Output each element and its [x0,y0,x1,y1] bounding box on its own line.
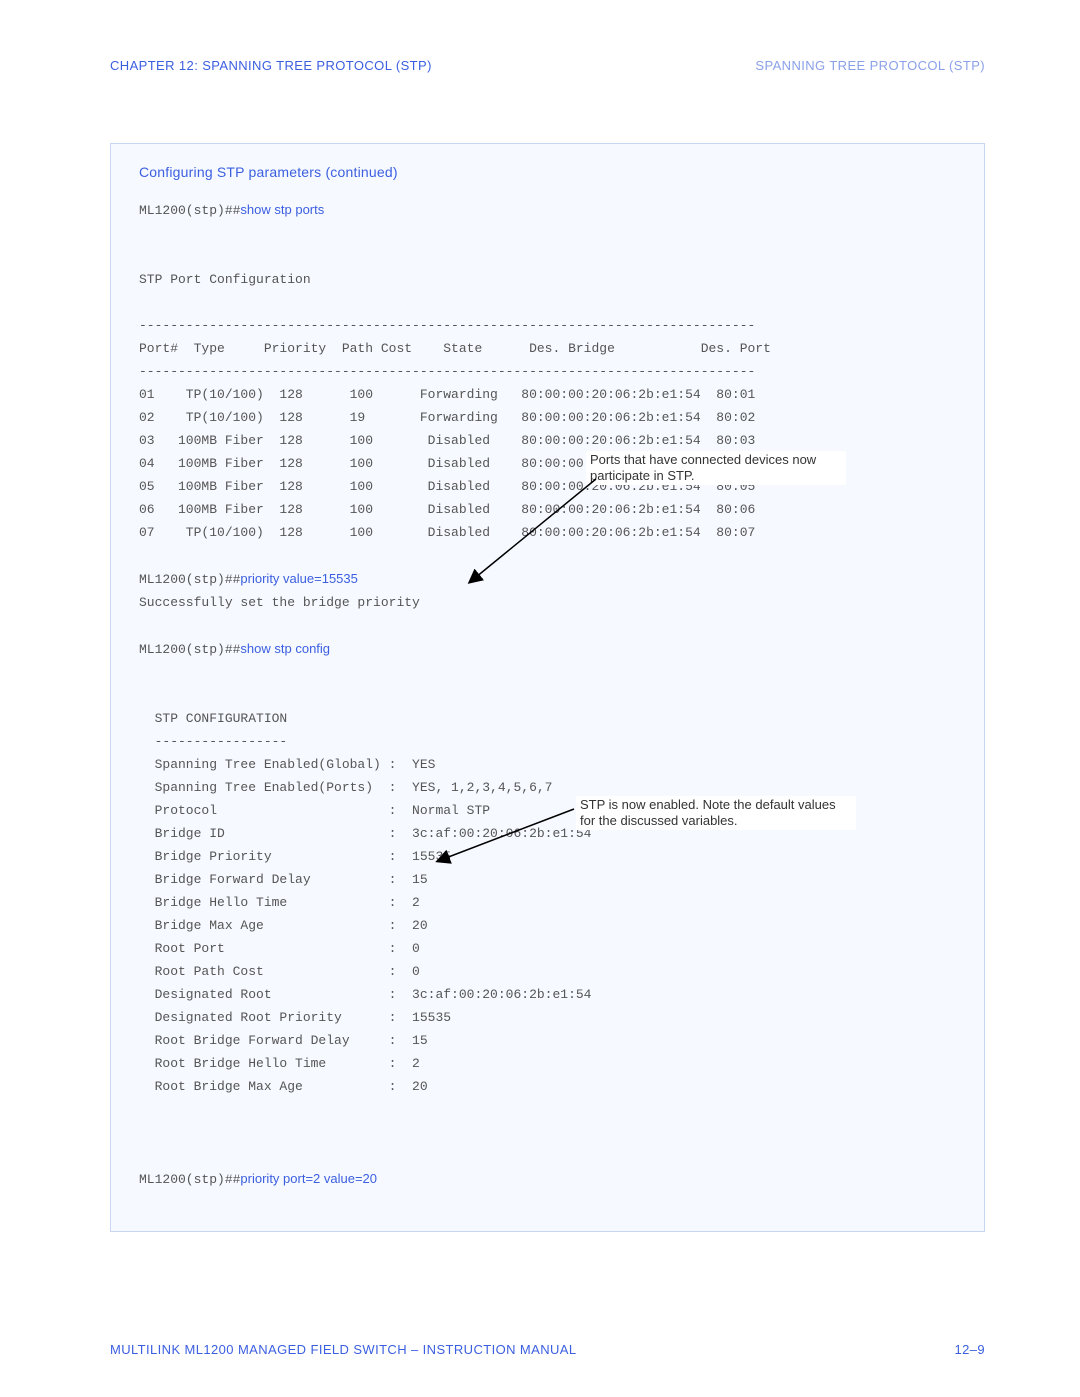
cmd-show-stp-ports: show stp ports [240,202,324,217]
cmd-priority-value: priority value=15535 [240,571,357,586]
priority-response: Successfully set the bridge priority [139,591,958,614]
ports-row: 07 TP(10/100) 128 100 Disabled 80:00:00:… [139,521,958,544]
annotation-ports: Ports that have connected devices now pa… [586,451,846,485]
blank [139,291,958,314]
ports-rule: ----------------------------------------… [139,314,958,337]
config-line: Root Bridge Max Age : 20 [139,1075,958,1098]
config-line: Root Path Cost : 0 [139,960,958,983]
config-line: Root Bridge Hello Time : 2 [139,1052,958,1075]
prompt: ML1200(stp)## [139,1172,240,1187]
cmd-line-priority-value: ML1200(stp)##priority value=15535 [139,567,958,591]
config-line: Root Port : 0 [139,937,958,960]
page: CHAPTER 12: SPANNING TREE PROTOCOL (STP)… [0,0,1080,1397]
prompt: ML1200(stp)## [139,572,240,587]
blank [139,661,958,707]
footer-right: 12–9 [954,1342,985,1357]
config-line: Bridge Priority : 15535 [139,845,958,868]
ports-rule: ----------------------------------------… [139,360,958,383]
config-line: Bridge Max Age : 20 [139,914,958,937]
ports-header-row: Port# Type Priority Path Cost State Des.… [139,337,958,360]
cmd-show-stp-config: show stp config [240,641,330,656]
cmd-line-priority-port: ML1200(stp)##priority port=2 value=20 [139,1167,958,1191]
config-line: Bridge Forward Delay : 15 [139,868,958,891]
footer-left: MULTILINK ML1200 MANAGED FIELD SWITCH – … [110,1342,576,1357]
prompt: ML1200(stp)## [139,203,240,218]
ports-row: 06 100MB Fiber 128 100 Disabled 80:00:00… [139,498,958,521]
cmd-line-show-config: ML1200(stp)##show stp config [139,637,958,661]
ports-heading: STP Port Configuration [139,268,958,291]
config-line: Spanning Tree Enabled(Global) : YES [139,753,958,776]
header-left: CHAPTER 12: SPANNING TREE PROTOCOL (STP) [110,58,432,73]
blank [139,614,958,637]
ports-row: 03 100MB Fiber 128 100 Disabled 80:00:00… [139,429,958,452]
config-line: Bridge Hello Time : 2 [139,891,958,914]
box-title: Configuring STP parameters (continued) [139,164,958,180]
page-header: CHAPTER 12: SPANNING TREE PROTOCOL (STP)… [110,58,985,73]
header-right: SPANNING TREE PROTOCOL (STP) [755,58,985,73]
blank [139,1098,958,1167]
config-line: Root Bridge Forward Delay : 15 [139,1029,958,1052]
blank [139,222,958,268]
cmd-line-show-ports: ML1200(stp)##show stp ports [139,198,958,222]
config-line: Designated Root Priority : 15535 [139,1006,958,1029]
prompt: ML1200(stp)## [139,642,240,657]
cmd-priority-port: priority port=2 value=20 [240,1171,377,1186]
page-footer: MULTILINK ML1200 MANAGED FIELD SWITCH – … [110,1342,985,1357]
blank [139,544,958,567]
ports-row: 01 TP(10/100) 128 100 Forwarding 80:00:0… [139,383,958,406]
config-rule: ----------------- [139,730,958,753]
example-box: Configuring STP parameters (continued) M… [110,143,985,1232]
config-title: STP CONFIGURATION [139,707,958,730]
ports-row: 02 TP(10/100) 128 19 Forwarding 80:00:00… [139,406,958,429]
annotation-enabled: STP is now enabled. Note the default val… [576,796,856,830]
config-line: Designated Root : 3c:af:00:20:06:2b:e1:5… [139,983,958,1006]
